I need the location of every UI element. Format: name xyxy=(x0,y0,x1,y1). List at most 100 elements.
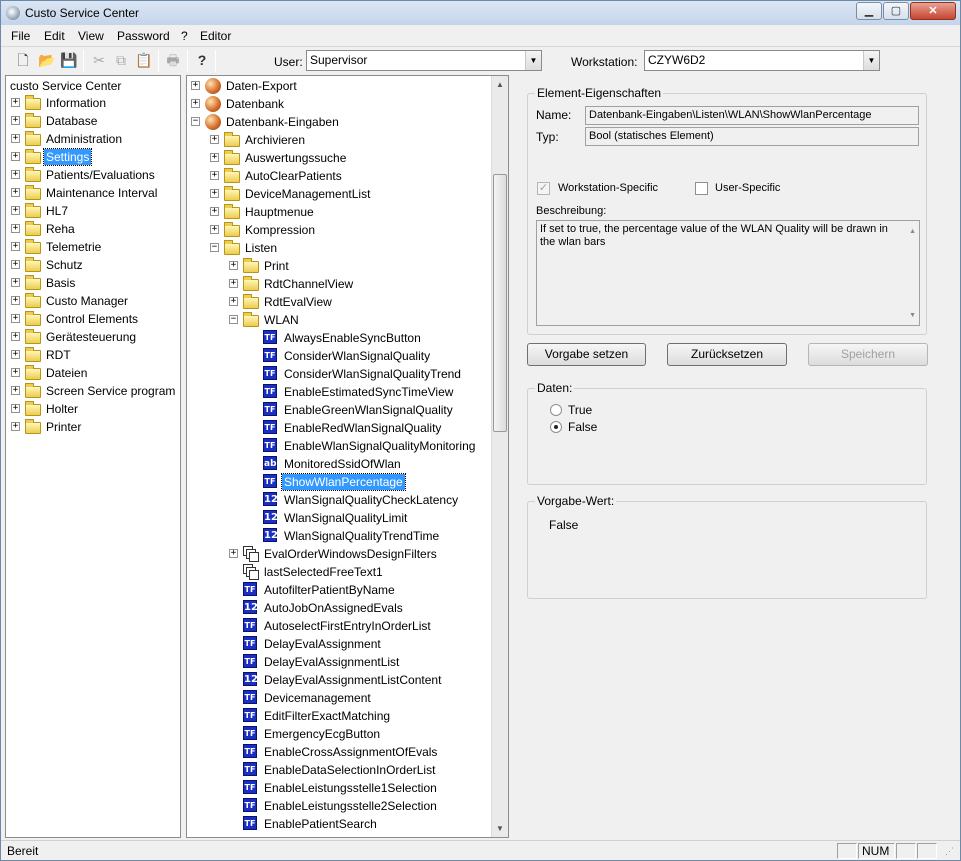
expand-toggle-icon[interactable]: + xyxy=(191,81,200,90)
tree-item-print[interactable]: Print xyxy=(262,258,291,274)
menu-editor[interactable]: Editor xyxy=(200,29,231,43)
menu-view[interactable]: View xyxy=(78,29,104,43)
expand-toggle-icon[interactable]: + xyxy=(229,279,238,288)
paste-icon[interactable]: 📋 xyxy=(134,50,154,70)
reset-button[interactable]: Zurücksetzen xyxy=(667,343,787,366)
tree-item-schutz[interactable]: Schutz xyxy=(44,257,85,273)
setting-enableredwlansignalquality[interactable]: EnableRedWlanSignalQuality xyxy=(282,420,443,436)
setting-delayevalassignmentlist[interactable]: DelayEvalAssignmentList xyxy=(262,654,401,670)
setting-monitoredssidofwlan[interactable]: MonitoredSsidOfWlan xyxy=(282,456,403,472)
new-icon[interactable]: 🗋 xyxy=(13,50,33,70)
tree-root[interactable]: custo Service Center xyxy=(10,77,121,95)
setting-enablegreenwlansignalquality[interactable]: EnableGreenWlanSignalQuality xyxy=(282,402,455,418)
maximize-button[interactable]: ▢ xyxy=(883,2,909,20)
expand-toggle-icon[interactable]: + xyxy=(210,153,219,162)
set-default-button[interactable]: Vorgabe setzen xyxy=(527,343,646,366)
tree-item-telemetrie[interactable]: Telemetrie xyxy=(44,239,103,255)
tree-item-information[interactable]: Information xyxy=(44,95,108,111)
setting-enablewlansignalqualitymonitoring[interactable]: EnableWlanSignalQualityMonitoring xyxy=(282,438,477,454)
expand-toggle-icon[interactable]: + xyxy=(11,422,20,431)
chevron-down-icon[interactable]: ▼ xyxy=(863,51,879,70)
expand-toggle-icon[interactable]: + xyxy=(229,261,238,270)
expand-toggle-icon[interactable]: + xyxy=(11,278,20,287)
user-select[interactable]: Supervisor ▼ xyxy=(306,50,542,71)
true-radio[interactable] xyxy=(550,404,562,416)
menu-help[interactable]: ? xyxy=(181,29,188,43)
expand-toggle-icon[interactable]: + xyxy=(11,224,20,233)
setting-delayevalassignmentlistcontent[interactable]: DelayEvalAssignmentListContent xyxy=(262,672,443,688)
expand-toggle-icon[interactable]: + xyxy=(210,171,219,180)
expand-toggle-icon[interactable]: − xyxy=(191,117,200,126)
setting-enableestimatedsynctimeview[interactable]: EnableEstimatedSyncTimeView xyxy=(282,384,455,400)
setting-autoselectfirstentryinorderlist[interactable]: AutoselectFirstEntryInOrderList xyxy=(262,618,433,634)
setting-wlansignalqualitychecklatency[interactable]: WlanSignalQualityCheckLatency xyxy=(282,492,460,508)
setting-enabledataselectioninorderlist[interactable]: EnableDataSelectionInOrderList xyxy=(262,762,437,778)
user-specific-checkbox[interactable] xyxy=(695,182,708,195)
expand-toggle-icon[interactable]: + xyxy=(210,225,219,234)
tree-item-database[interactable]: Database xyxy=(44,113,99,129)
cut-icon[interactable]: ✂ xyxy=(89,50,109,70)
scroll-down-icon[interactable]: ▼ xyxy=(492,820,508,837)
copy-icon[interactable]: ⧉ xyxy=(111,50,131,70)
save-button[interactable]: Speichern xyxy=(808,343,928,366)
minimize-button[interactable]: ▁ xyxy=(856,2,882,20)
tree-item-screen-service-program[interactable]: Screen Service program xyxy=(44,383,177,399)
expand-toggle-icon[interactable]: + xyxy=(210,189,219,198)
expand-toggle-icon[interactable]: − xyxy=(210,243,219,252)
tree-item-autoclearpatients[interactable]: AutoClearPatients xyxy=(243,168,344,184)
setting-showwlanpercentage[interactable]: ShowWlanPercentage xyxy=(281,473,406,491)
tree-item-datenbank[interactable]: Datenbank xyxy=(224,96,286,112)
tree-item-administration[interactable]: Administration xyxy=(44,131,124,147)
setting-enablecrossassignmentofevals[interactable]: EnableCrossAssignmentOfEvals xyxy=(262,744,439,760)
false-radio[interactable] xyxy=(550,421,562,433)
setting-wlansignalqualitylimit[interactable]: WlanSignalQualityLimit xyxy=(282,510,409,526)
expand-toggle-icon[interactable]: + xyxy=(11,98,20,107)
close-button[interactable]: ✕ xyxy=(910,2,956,20)
expand-toggle-icon[interactable]: + xyxy=(11,296,20,305)
tree-item-control-elements[interactable]: Control Elements xyxy=(44,311,140,327)
expand-toggle-icon[interactable]: + xyxy=(229,297,238,306)
setting-enableleistungsstelle1selection[interactable]: EnableLeistungsstelle1Selection xyxy=(262,780,439,796)
expand-toggle-icon[interactable]: + xyxy=(11,152,20,161)
expand-toggle-icon[interactable]: + xyxy=(11,242,20,251)
setting-evalorderwindowsdesignfilters[interactable]: EvalOrderWindowsDesignFilters xyxy=(262,546,439,562)
tree-item-rdt[interactable]: RDT xyxy=(44,347,73,363)
expand-toggle-icon[interactable]: + xyxy=(11,368,20,377)
tree-item-listen[interactable]: Listen xyxy=(243,240,279,256)
expand-toggle-icon[interactable]: + xyxy=(11,404,20,413)
workstation-select[interactable]: CZYW6D2 ▼ xyxy=(644,50,880,71)
expand-toggle-icon[interactable]: + xyxy=(11,386,20,395)
setting-considerwlansignalqualitytrend[interactable]: ConsiderWlanSignalQualityTrend xyxy=(282,366,463,382)
expand-toggle-icon[interactable]: + xyxy=(11,134,20,143)
menu-password[interactable]: Password xyxy=(117,29,170,43)
setting-devicemanagement[interactable]: Devicemanagement xyxy=(262,690,373,706)
setting-editfilterexactmatching[interactable]: EditFilterExactMatching xyxy=(262,708,392,724)
expand-toggle-icon[interactable]: + xyxy=(11,188,20,197)
setting-emergencyecgbutton[interactable]: EmergencyEcgButton xyxy=(262,726,382,742)
tree-item-archivieren[interactable]: Archivieren xyxy=(243,132,307,148)
save-icon[interactable]: 💾 xyxy=(59,50,79,70)
expand-toggle-icon[interactable]: + xyxy=(210,207,219,216)
tree-item-kompression[interactable]: Kompression xyxy=(243,222,317,238)
tree-item-printer[interactable]: Printer xyxy=(44,419,83,435)
scroll-up-icon[interactable]: ▲ xyxy=(492,76,508,93)
tree-item-maintenance-interval[interactable]: Maintenance Interval xyxy=(44,185,159,201)
tree-item-dateien[interactable]: Dateien xyxy=(44,365,89,381)
scroll-thumb[interactable] xyxy=(493,174,507,432)
expand-toggle-icon[interactable]: + xyxy=(11,206,20,215)
resize-grip-icon[interactable]: ⋰ xyxy=(945,846,954,857)
setting-enablepatientsearch[interactable]: EnablePatientSearch xyxy=(262,816,379,832)
chevron-down-icon[interactable]: ▼ xyxy=(525,51,541,70)
tree-item-datenbank-eingaben[interactable]: Datenbank-Eingaben xyxy=(224,114,341,130)
workstation-specific-checkbox[interactable]: ✓ xyxy=(537,182,550,195)
tree-item-holter[interactable]: Holter xyxy=(44,401,80,417)
tree-item-basis[interactable]: Basis xyxy=(44,275,77,291)
tree-scrollbar[interactable]: ▲ ▼ xyxy=(491,76,508,837)
tree-item-auswertungssuche[interactable]: Auswertungssuche xyxy=(243,150,348,166)
expand-toggle-icon[interactable]: + xyxy=(11,332,20,341)
expand-toggle-icon[interactable]: + xyxy=(11,350,20,359)
menu-edit[interactable]: Edit xyxy=(44,29,65,43)
expand-toggle-icon[interactable]: + xyxy=(210,135,219,144)
tree-item-daten-export[interactable]: Daten-Export xyxy=(224,78,299,94)
expand-toggle-icon[interactable]: + xyxy=(11,314,20,323)
